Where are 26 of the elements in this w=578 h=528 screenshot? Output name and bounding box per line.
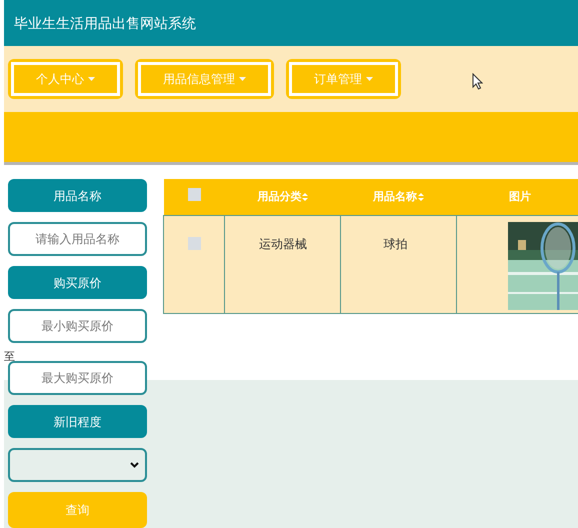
caret-icon bbox=[239, 77, 246, 81]
filter-label: 新旧程度 bbox=[8, 405, 147, 438]
nav-menu-button[interactable]: 订单管理 bbox=[289, 62, 398, 96]
column-header[interactable]: 用品分类 bbox=[257, 188, 308, 205]
checkbox[interactable] bbox=[188, 188, 201, 200]
caret-icon bbox=[88, 77, 95, 81]
condition-select[interactable] bbox=[8, 448, 147, 482]
checkbox[interactable] bbox=[188, 236, 201, 250]
column-header[interactable]: 用品名称 bbox=[373, 188, 424, 205]
sort-icon bbox=[302, 192, 308, 201]
filter-label: 用品名称 bbox=[8, 179, 147, 212]
cursor-icon bbox=[472, 73, 483, 90]
caret-icon bbox=[366, 77, 373, 81]
input-field[interactable]: 最大购买原价 bbox=[8, 361, 147, 395]
nav-menu-button[interactable]: 用品信息管理 bbox=[138, 62, 271, 96]
input-field[interactable]: 请输入用品名称 bbox=[8, 222, 147, 256]
sort-icon bbox=[418, 192, 424, 201]
input-field[interactable]: 最小购买原价 bbox=[8, 309, 147, 343]
filter-label: 购买原价 bbox=[8, 266, 147, 299]
search-button[interactable]: 查询 bbox=[8, 492, 147, 528]
nav-menu-button[interactable]: 个人中心 bbox=[11, 62, 120, 96]
site-title: 毕业生生活用品出售网站系统 bbox=[14, 14, 196, 32]
table-cell: 球拍 bbox=[383, 236, 408, 250]
table-cell: 运动器械 bbox=[258, 236, 307, 250]
column-header: 图片 bbox=[508, 190, 531, 204]
chevron-down-icon bbox=[130, 462, 139, 468]
